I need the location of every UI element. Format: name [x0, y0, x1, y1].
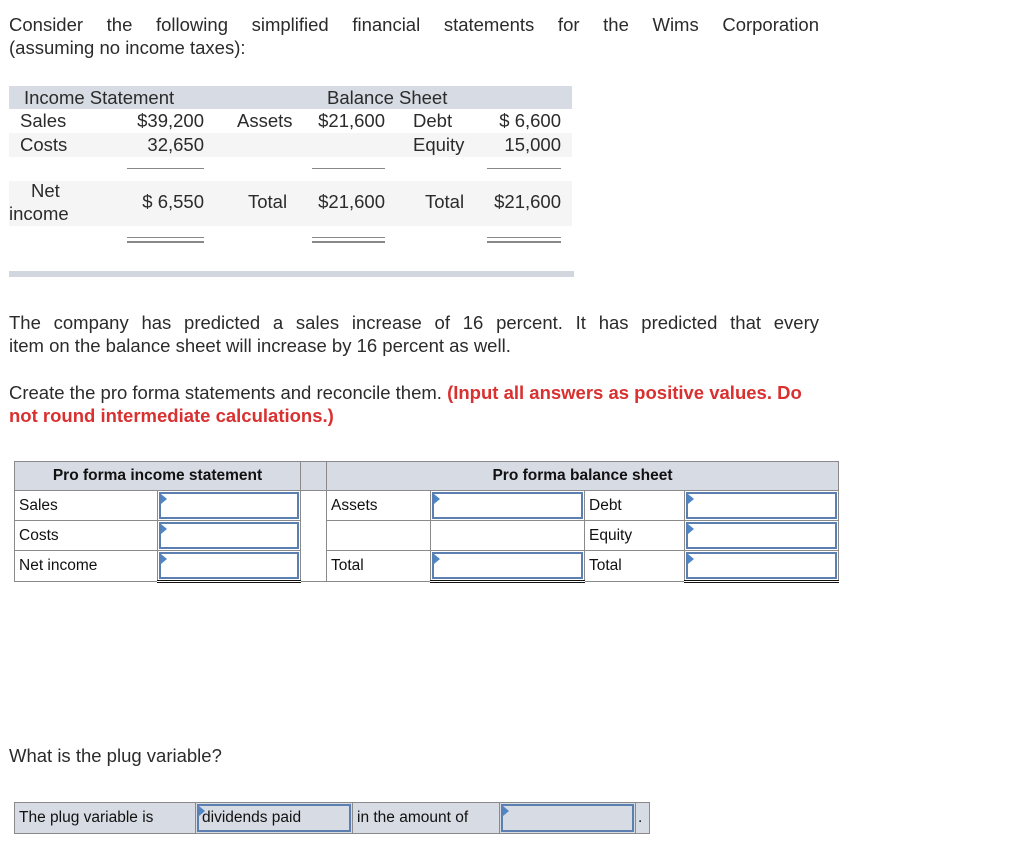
debt-label: Debt — [413, 110, 453, 131]
total-double-rule — [487, 237, 561, 243]
instructions-main: Create the pro forma statements and reco… — [9, 382, 442, 403]
input-flag-icon — [688, 494, 694, 504]
plug-question: What is the plug variable? — [9, 745, 222, 766]
prediction-text: The company has predicted a sales increa… — [9, 311, 819, 357]
input-flag-icon — [161, 524, 167, 534]
pf-sales-input[interactable] — [161, 494, 297, 517]
pro-forma-income-header: Pro forma income statement — [14, 461, 301, 491]
table-row: Costs Equity — [14, 520, 839, 551]
pf-costs-label: Costs — [14, 520, 158, 551]
pf-equity-input[interactable] — [688, 524, 835, 547]
given-row — [9, 133, 572, 157]
total-double-rule — [312, 237, 385, 243]
debt-value: $ 6,600 — [499, 110, 561, 131]
balance-sheet-title: Balance Sheet — [327, 87, 448, 108]
column-spacer — [300, 490, 327, 582]
equity-value: 15,000 — [504, 134, 561, 155]
plug-select-cell: dividends paid — [195, 802, 353, 834]
pf-assets-total-input[interactable] — [434, 554, 581, 577]
pf-assets-input[interactable] — [434, 494, 581, 517]
given-row — [9, 181, 572, 226]
sales-value: $39,200 — [137, 110, 204, 131]
plug-middle-text: in the amount of — [352, 802, 500, 834]
table-row: Net income Total Total — [14, 550, 839, 583]
pf-net-income-cell — [157, 550, 301, 583]
pf-liab-total-cell — [684, 550, 839, 583]
sales-label: Sales — [20, 110, 67, 131]
costs-label: Costs — [20, 134, 68, 155]
liab-total-label: Total — [425, 191, 465, 212]
pf-assets-total-cell — [430, 550, 585, 583]
pf-sales-label: Sales — [14, 490, 158, 521]
total-double-rule — [127, 237, 204, 243]
input-flag-icon — [688, 554, 694, 564]
plug-amount-input[interactable] — [506, 806, 632, 830]
pf-costs-cell — [157, 520, 301, 551]
intro-line-1: Consider the following simplified financ… — [9, 14, 819, 35]
pro-forma-balance-header: Pro forma balance sheet — [326, 461, 839, 491]
pf-liab-total-label: Total — [584, 550, 685, 582]
assets-label: Assets — [237, 110, 293, 131]
assets-total-label: Total — [248, 191, 288, 212]
net-income-label-1: Net — [31, 180, 60, 201]
prediction-line-2: item on the balance sheet will increase … — [9, 335, 511, 356]
input-flag-icon — [161, 494, 167, 504]
pf-debt-input[interactable] — [688, 494, 835, 517]
pf-assets-total-label: Total — [326, 550, 431, 582]
subtotal-rule — [127, 168, 204, 169]
net-income-label-2: income — [9, 203, 69, 224]
plug-suffix: . — [635, 802, 650, 834]
pf-costs-input[interactable] — [161, 524, 297, 547]
input-flag-icon — [688, 524, 694, 534]
given-row — [9, 157, 572, 181]
pf-sales-cell — [157, 490, 301, 521]
input-flag-icon — [199, 806, 205, 816]
net-income-value: $ 6,550 — [142, 191, 204, 212]
liab-total-value: $21,600 — [494, 191, 561, 212]
subtotal-rule — [487, 168, 561, 169]
pf-assets-cell — [430, 490, 585, 521]
pf-equity-cell — [684, 520, 839, 551]
pf-empty-label — [326, 520, 431, 551]
pf-debt-cell — [684, 490, 839, 521]
pf-net-income-label: Net income — [14, 550, 158, 582]
equity-label: Equity — [413, 134, 465, 155]
header-spacer — [300, 461, 327, 491]
assets-value: $21,600 — [318, 110, 385, 131]
input-flag-icon — [161, 554, 167, 564]
intro-text: Consider the following simplified financ… — [9, 13, 819, 59]
plug-variable-select[interactable]: dividends paid — [197, 804, 351, 832]
pf-assets-label: Assets — [326, 490, 431, 521]
plug-variable-row: The plug variable is dividends paid in t… — [14, 802, 650, 834]
intro-line-2: (assuming no income taxes): — [9, 37, 246, 58]
costs-value: 32,650 — [147, 134, 204, 155]
income-statement-title: Income Statement — [24, 87, 175, 108]
plug-selected-value: dividends paid — [202, 809, 302, 826]
input-flag-icon — [434, 494, 440, 504]
plug-prefix: The plug variable is — [14, 802, 196, 834]
given-row — [9, 226, 572, 274]
table-row: Sales Assets Debt — [14, 490, 839, 582]
pf-empty-cell — [430, 520, 585, 551]
assets-total-value: $21,600 — [318, 191, 385, 212]
input-flag-icon — [434, 554, 440, 564]
pro-forma-table: Pro forma income statement Pro forma bal… — [14, 461, 839, 583]
pf-equity-label: Equity — [584, 520, 685, 551]
pf-net-income-input[interactable] — [161, 554, 297, 577]
pf-liab-total-input[interactable] — [688, 554, 835, 577]
instructions-text: Create the pro forma statements and reco… — [9, 381, 819, 427]
subtotal-rule — [312, 168, 385, 169]
pf-debt-label: Debt — [584, 490, 685, 521]
prediction-line-1: The company has predicted a sales increa… — [9, 312, 819, 333]
input-flag-icon — [503, 806, 509, 816]
table-footer-bar — [9, 271, 574, 277]
plug-amount-cell — [499, 802, 636, 834]
